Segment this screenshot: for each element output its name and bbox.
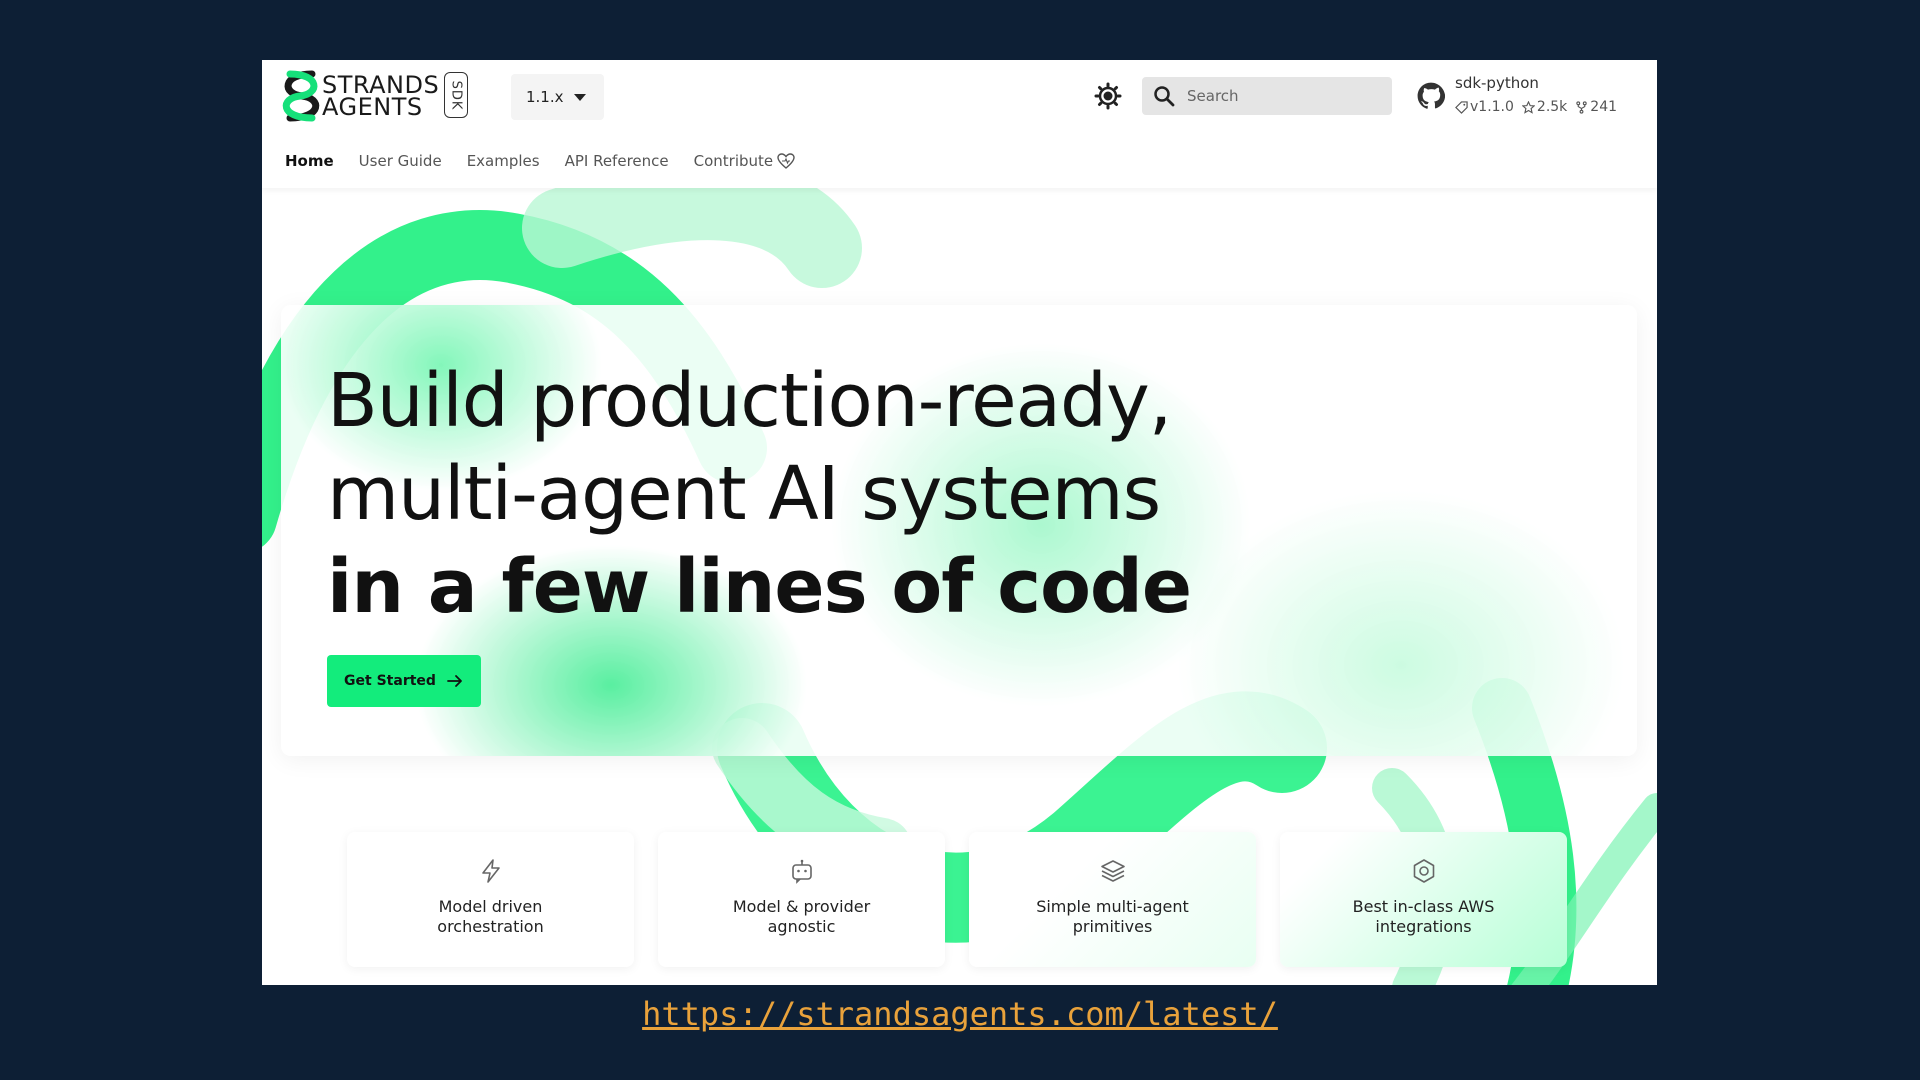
repo-version: v1.1.0 <box>1455 99 1514 115</box>
get-started-button[interactable]: Get Started <box>327 655 481 707</box>
tab-api-reference[interactable]: API Reference <box>565 152 669 170</box>
theme-toggle-icon[interactable] <box>1094 82 1122 110</box>
search-box[interactable] <box>1142 77 1392 115</box>
arrow-right-icon <box>447 675 462 687</box>
fork-icon <box>1576 100 1587 114</box>
main-nav: Home User Guide Examples API Reference C… <box>285 152 795 170</box>
feature-line-2: agnostic <box>767 917 836 936</box>
tab-examples[interactable]: Examples <box>467 152 540 170</box>
tab-contribute-label: Contribute <box>693 152 774 170</box>
lightning-icon <box>481 859 500 883</box>
get-started-label: Get Started <box>344 673 436 689</box>
repo-forks: 241 <box>1575 99 1617 115</box>
sdk-badge: SDK <box>444 72 468 118</box>
top-header: STRANDS AGENTS SDK 1.1.x Search sdk-pyth… <box>262 60 1657 188</box>
feature-line-1: Simple multi-agent <box>1036 897 1189 916</box>
hero-card: Build production-ready, multi-agent AI s… <box>281 305 1637 756</box>
github-icon <box>1417 82 1445 109</box>
brand-name[interactable]: STRANDS AGENTS <box>322 73 439 121</box>
feature-card-agnostic[interactable]: Model & provider agnostic <box>658 832 945 967</box>
repo-name: sdk-python <box>1455 74 1539 92</box>
hexagon-icon <box>1413 859 1434 883</box>
tab-user-guide[interactable]: User Guide <box>359 152 442 170</box>
layers-icon <box>1100 860 1125 882</box>
bot-icon <box>791 859 812 884</box>
search-icon <box>1154 86 1175 107</box>
feature-card-orchestration[interactable]: Model driven orchestration <box>347 832 634 967</box>
brand-line-2: AGENTS <box>322 93 423 121</box>
feature-text: Model & provider agnostic <box>702 897 902 937</box>
feature-line-2: orchestration <box>437 917 544 936</box>
tag-icon <box>1455 100 1468 114</box>
hero-title: Build production-ready, multi-agent AI s… <box>327 355 1192 634</box>
feature-line-2: integrations <box>1375 917 1472 936</box>
hero-title-line-1: Build production-ready, <box>327 358 1172 444</box>
tab-home[interactable]: Home <box>285 152 334 170</box>
github-repo-link[interactable]: sdk-python v1.1.0 2.5k 241 <box>1417 72 1617 122</box>
repo-stars: 2.5k <box>1521 99 1568 115</box>
feature-line-1: Best in-class AWS <box>1352 897 1495 916</box>
star-icon <box>1521 100 1535 114</box>
tab-contribute[interactable]: Contribute <box>694 152 796 170</box>
repo-stars-label: 2.5k <box>1536 99 1568 115</box>
feature-text: Model driven orchestration <box>391 897 591 937</box>
feature-line-1: Model & provider <box>732 897 871 916</box>
search-input[interactable] <box>1187 77 1382 115</box>
repo-version-label: v1.1.0 <box>1470 99 1514 115</box>
feature-text: Simple multi-agent primitives <box>1013 897 1213 937</box>
feature-card-aws[interactable]: Best in-class AWS integrations <box>1280 832 1567 967</box>
feature-cards: Model driven orchestration Model & provi… <box>347 832 1567 967</box>
repo-facts: v1.1.0 2.5k 241 <box>1455 99 1617 115</box>
version-label: 1.1.x <box>526 88 564 106</box>
page-url-link[interactable]: https://strandsagents.com/latest/ <box>0 995 1920 1033</box>
caret-down-icon <box>574 94 586 101</box>
browser-window: STRANDS AGENTS SDK 1.1.x Search sdk-pyth… <box>262 60 1657 985</box>
heart-icon <box>777 153 795 169</box>
hero-title-line-3: in a few lines of code <box>327 544 1192 630</box>
feature-line-2: primitives <box>1072 917 1153 936</box>
feature-text: Best in-class AWS integrations <box>1324 897 1524 937</box>
hero-title-line-2: multi-agent AI systems <box>327 451 1161 537</box>
feature-line-1: Model driven <box>438 897 543 916</box>
feature-card-primitives[interactable]: Simple multi-agent primitives <box>969 832 1256 967</box>
version-selector[interactable]: 1.1.x <box>511 74 604 120</box>
repo-forks-label: 241 <box>1590 99 1618 115</box>
sdk-badge-label: SDK <box>448 80 464 110</box>
